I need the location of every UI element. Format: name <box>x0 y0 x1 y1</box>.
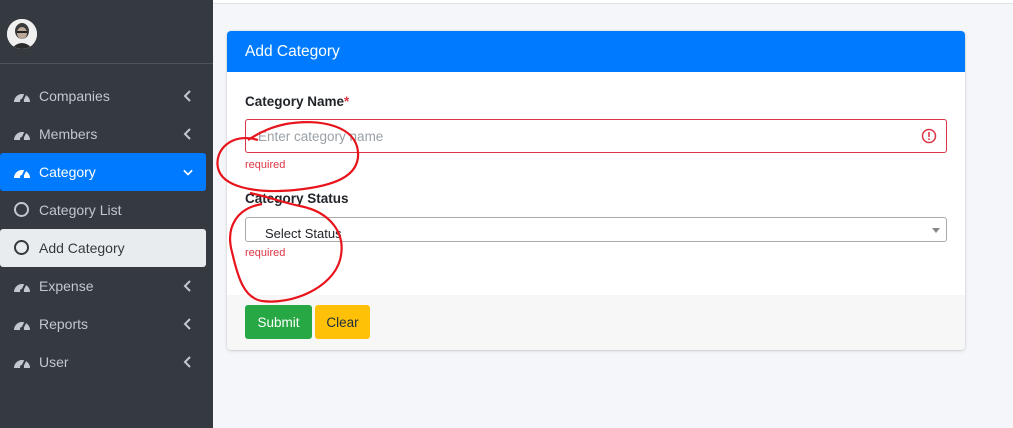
caret-down-icon <box>932 228 940 233</box>
category-name-label-text: Category Name <box>245 94 345 109</box>
sidebar-user-panel <box>0 0 213 64</box>
chevron-left-icon <box>183 356 191 368</box>
tachometer-icon <box>14 320 30 331</box>
sidebar-item-label: Companies <box>39 88 110 104</box>
tachometer-icon <box>14 282 30 293</box>
category-name-input[interactable] <box>245 119 947 153</box>
category-status-selected: Select Status <box>265 226 342 241</box>
add-category-form: Category Name* required Category Status … <box>227 72 965 295</box>
sidebar-item-label: Expense <box>39 278 94 294</box>
tachometer-icon <box>14 358 30 369</box>
chevron-left-icon <box>183 280 191 292</box>
tachometer-icon <box>14 130 30 141</box>
tachometer-icon <box>14 92 30 103</box>
sidebar-nav: Companies Members Category Category List… <box>0 77 213 381</box>
sidebar-item-expense[interactable]: Expense <box>0 267 213 305</box>
category-status-error: required <box>245 247 286 259</box>
sidebar-item-label: Members <box>39 126 98 142</box>
add-category-card: Add Category Category Name* required Cat… <box>227 31 965 350</box>
sidebar-item-category-list[interactable]: Category List <box>0 191 213 229</box>
sidebar-item-label: Category <box>39 164 96 180</box>
sidebar-item-label: Add Category <box>39 240 125 256</box>
sidebar-item-user[interactable]: User <box>0 343 213 381</box>
category-status-select[interactable]: Select Status <box>245 217 947 242</box>
top-navbar <box>213 0 1013 4</box>
chevron-down-icon <box>183 169 193 176</box>
sidebar-item-category[interactable]: Category <box>0 153 206 191</box>
category-status-label: Category Status <box>245 191 349 206</box>
required-mark: * <box>344 94 350 109</box>
sidebar-item-add-category[interactable]: Add Category <box>0 229 206 267</box>
sidebar-item-members[interactable]: Members <box>0 115 213 153</box>
circle-icon <box>14 202 29 217</box>
submit-button[interactable]: Submit <box>245 305 312 339</box>
error-icon <box>921 128 937 144</box>
sidebar-item-label: Category List <box>39 202 122 218</box>
card-footer: Submit Clear <box>227 295 965 350</box>
clear-button[interactable]: Clear <box>315 305 370 339</box>
category-name-error: required <box>245 159 286 171</box>
category-name-label: Category Name* <box>245 94 349 109</box>
sidebar: Companies Members Category Category List… <box>0 0 213 428</box>
chevron-left-icon <box>183 128 191 140</box>
card-title: Add Category <box>227 31 965 72</box>
sidebar-item-label: Reports <box>39 316 89 332</box>
circle-icon <box>14 240 29 255</box>
chevron-left-icon <box>183 318 191 330</box>
sidebar-item-companies[interactable]: Companies <box>0 77 213 115</box>
chevron-left-icon <box>183 90 191 102</box>
sidebar-item-reports[interactable]: Reports <box>0 305 213 343</box>
tachometer-icon <box>14 168 30 179</box>
avatar[interactable] <box>7 19 37 49</box>
sidebar-item-label: User <box>39 354 69 370</box>
